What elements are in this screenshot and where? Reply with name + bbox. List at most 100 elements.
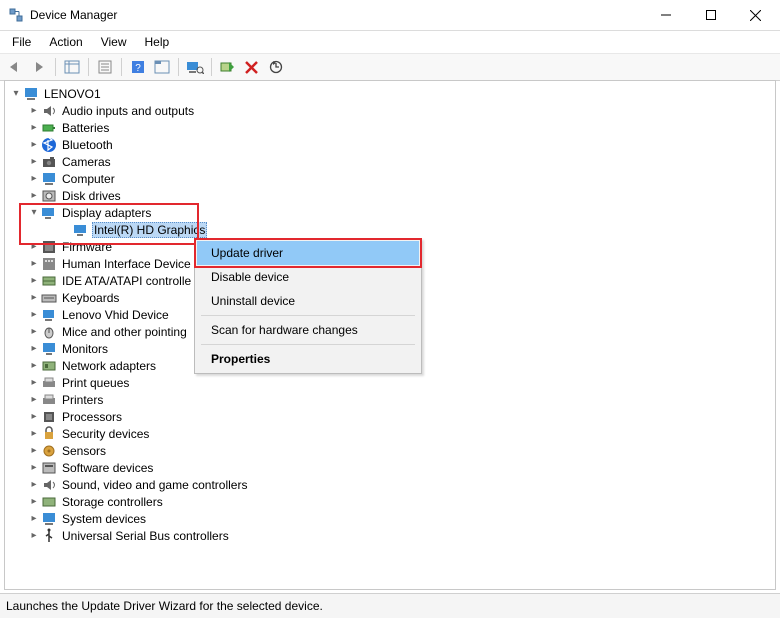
category-icon <box>41 273 57 289</box>
tree-category[interactable]: ▸Print queues <box>9 374 775 391</box>
tree-category[interactable]: ▸ Computer <box>9 170 775 187</box>
tree-category[interactable]: ▸Audio inputs and outputs <box>9 102 775 119</box>
tree-category-label: Software devices <box>60 461 155 475</box>
back-button[interactable] <box>4 56 26 78</box>
close-button[interactable] <box>733 1 778 29</box>
minimize-button[interactable] <box>643 1 688 29</box>
tree-root-label: LENOVO1 <box>42 87 103 101</box>
tree-category[interactable]: ▸Disk drives <box>9 187 775 204</box>
tree-category-label: Mice and other pointing <box>60 325 189 339</box>
status-text: Launches the Update Driver Wizard for th… <box>6 599 323 613</box>
chevron-right-icon[interactable]: ▸ <box>27 410 41 424</box>
ctx-properties[interactable]: Properties <box>197 347 419 371</box>
chevron-down-icon[interactable]: ▾ <box>27 206 41 220</box>
chevron-right-icon[interactable]: ▸ <box>27 121 41 135</box>
menu-view[interactable]: View <box>93 33 135 51</box>
computer-icon <box>23 86 39 102</box>
ctx-disable-device[interactable]: Disable device <box>197 265 419 289</box>
chevron-right-icon[interactable]: ▸ <box>27 155 41 169</box>
chevron-right-icon[interactable]: ▸ <box>27 359 41 373</box>
enable-device-button[interactable] <box>217 56 239 78</box>
chevron-right-icon[interactable]: ▸ <box>27 308 41 322</box>
category-icon <box>41 256 57 272</box>
action-panel-button[interactable] <box>151 56 173 78</box>
tree-category[interactable]: ▸Universal Serial Bus controllers <box>9 527 775 544</box>
chevron-right-icon[interactable]: ▸ <box>27 393 41 407</box>
tree-category[interactable]: ▸ Printers <box>9 391 775 408</box>
category-icon <box>41 307 57 323</box>
tree-category-label: Computer <box>60 172 117 186</box>
category-icon <box>41 443 57 459</box>
tree-category[interactable]: ▸Sensors <box>9 442 775 459</box>
menubar: File Action View Help <box>0 31 780 54</box>
tree-category[interactable]: ▸Processors <box>9 408 775 425</box>
chevron-right-icon[interactable]: ▸ <box>27 104 41 118</box>
chevron-right-icon[interactable]: ▸ <box>27 444 41 458</box>
tree-category[interactable]: ▸Storage controllers <box>9 493 775 510</box>
maximize-button[interactable] <box>688 1 733 29</box>
tree-root[interactable]: ▾ LENOVO1 <box>9 85 775 102</box>
toolbar-separator <box>55 58 56 76</box>
ctx-update-driver[interactable]: Update driver <box>197 241 419 265</box>
properties-button[interactable] <box>94 56 116 78</box>
chevron-right-icon[interactable]: ▸ <box>27 512 41 526</box>
tree-category[interactable]: ▸Batteries <box>9 119 775 136</box>
chevron-right-icon[interactable]: ▸ <box>27 172 41 186</box>
tree-category[interactable]: ▾ Display adapters <box>9 204 775 221</box>
chevron-down-icon[interactable]: ▾ <box>9 87 23 101</box>
tree-category-label: Printers <box>60 393 105 407</box>
chevron-right-icon[interactable]: ▸ <box>27 240 41 254</box>
tree-category[interactable]: ▸System devices <box>9 510 775 527</box>
tree-category[interactable]: ▸ Sound, video and game controllers <box>9 476 775 493</box>
uninstall-device-button[interactable] <box>241 56 263 78</box>
chevron-right-icon[interactable]: ▸ <box>27 427 41 441</box>
ctx-uninstall-device[interactable]: Uninstall device <box>197 289 419 313</box>
tree-category[interactable]: ▸ Software devices <box>9 459 775 476</box>
category-icon <box>41 528 57 544</box>
help-button[interactable]: ? <box>127 56 149 78</box>
chevron-right-icon[interactable]: ▸ <box>27 478 41 492</box>
tree-category[interactable]: ▸Bluetooth <box>9 136 775 153</box>
chevron-right-icon[interactable]: ▸ <box>27 189 41 203</box>
ctx-scan-hardware[interactable]: Scan for hardware changes <box>197 318 419 342</box>
chevron-right-icon[interactable]: ▸ <box>27 274 41 288</box>
toolbar: ? <box>0 54 780 81</box>
tree-category-label: Keyboards <box>60 291 121 305</box>
tree-category[interactable]: ▸Cameras <box>9 153 775 170</box>
toolbar-separator <box>88 58 89 76</box>
category-icon <box>41 477 57 493</box>
app-icon <box>8 7 24 23</box>
tree-category[interactable]: ▸Security devices <box>9 425 775 442</box>
chevron-right-icon[interactable]: ▸ <box>27 529 41 543</box>
chevron-right-icon[interactable]: ▸ <box>27 138 41 152</box>
window-title: Device Manager <box>30 8 643 22</box>
category-icon <box>41 137 57 153</box>
show-hide-tree-button[interactable] <box>61 56 83 78</box>
chevron-right-icon[interactable]: ▸ <box>27 257 41 271</box>
chevron-right-icon[interactable]: ▸ <box>27 495 41 509</box>
category-icon <box>41 426 57 442</box>
device-tree-panel: ▾ LENOVO1 ▸Audio inputs and outputs▸Batt… <box>4 80 776 590</box>
menu-action[interactable]: Action <box>41 33 90 51</box>
chevron-right-icon[interactable]: ▸ <box>27 342 41 356</box>
category-icon <box>41 409 57 425</box>
tree-category-label: Sound, video and game controllers <box>60 478 249 492</box>
tree-device[interactable]: Intel(R) HD Graphics <box>9 221 775 238</box>
category-icon <box>41 324 57 340</box>
tree-category-label: Display adapters <box>60 206 153 220</box>
toolbar-separator <box>178 58 179 76</box>
chevron-right-icon[interactable]: ▸ <box>27 461 41 475</box>
menu-file[interactable]: File <box>4 33 39 51</box>
tree-category-label: IDE ATA/ATAPI controlle <box>60 274 193 288</box>
context-menu: Update driver Disable device Uninstall d… <box>194 238 422 374</box>
chevron-right-icon[interactable]: ▸ <box>27 325 41 339</box>
scan-hardware-button[interactable] <box>184 56 206 78</box>
menu-help[interactable]: Help <box>137 33 178 51</box>
statusbar: Launches the Update Driver Wizard for th… <box>0 593 780 618</box>
forward-button[interactable] <box>28 56 50 78</box>
update-driver-button[interactable] <box>265 56 287 78</box>
chevron-right-icon[interactable]: ▸ <box>27 376 41 390</box>
window-controls <box>643 1 778 29</box>
category-icon <box>41 341 57 357</box>
chevron-right-icon[interactable]: ▸ <box>27 291 41 305</box>
